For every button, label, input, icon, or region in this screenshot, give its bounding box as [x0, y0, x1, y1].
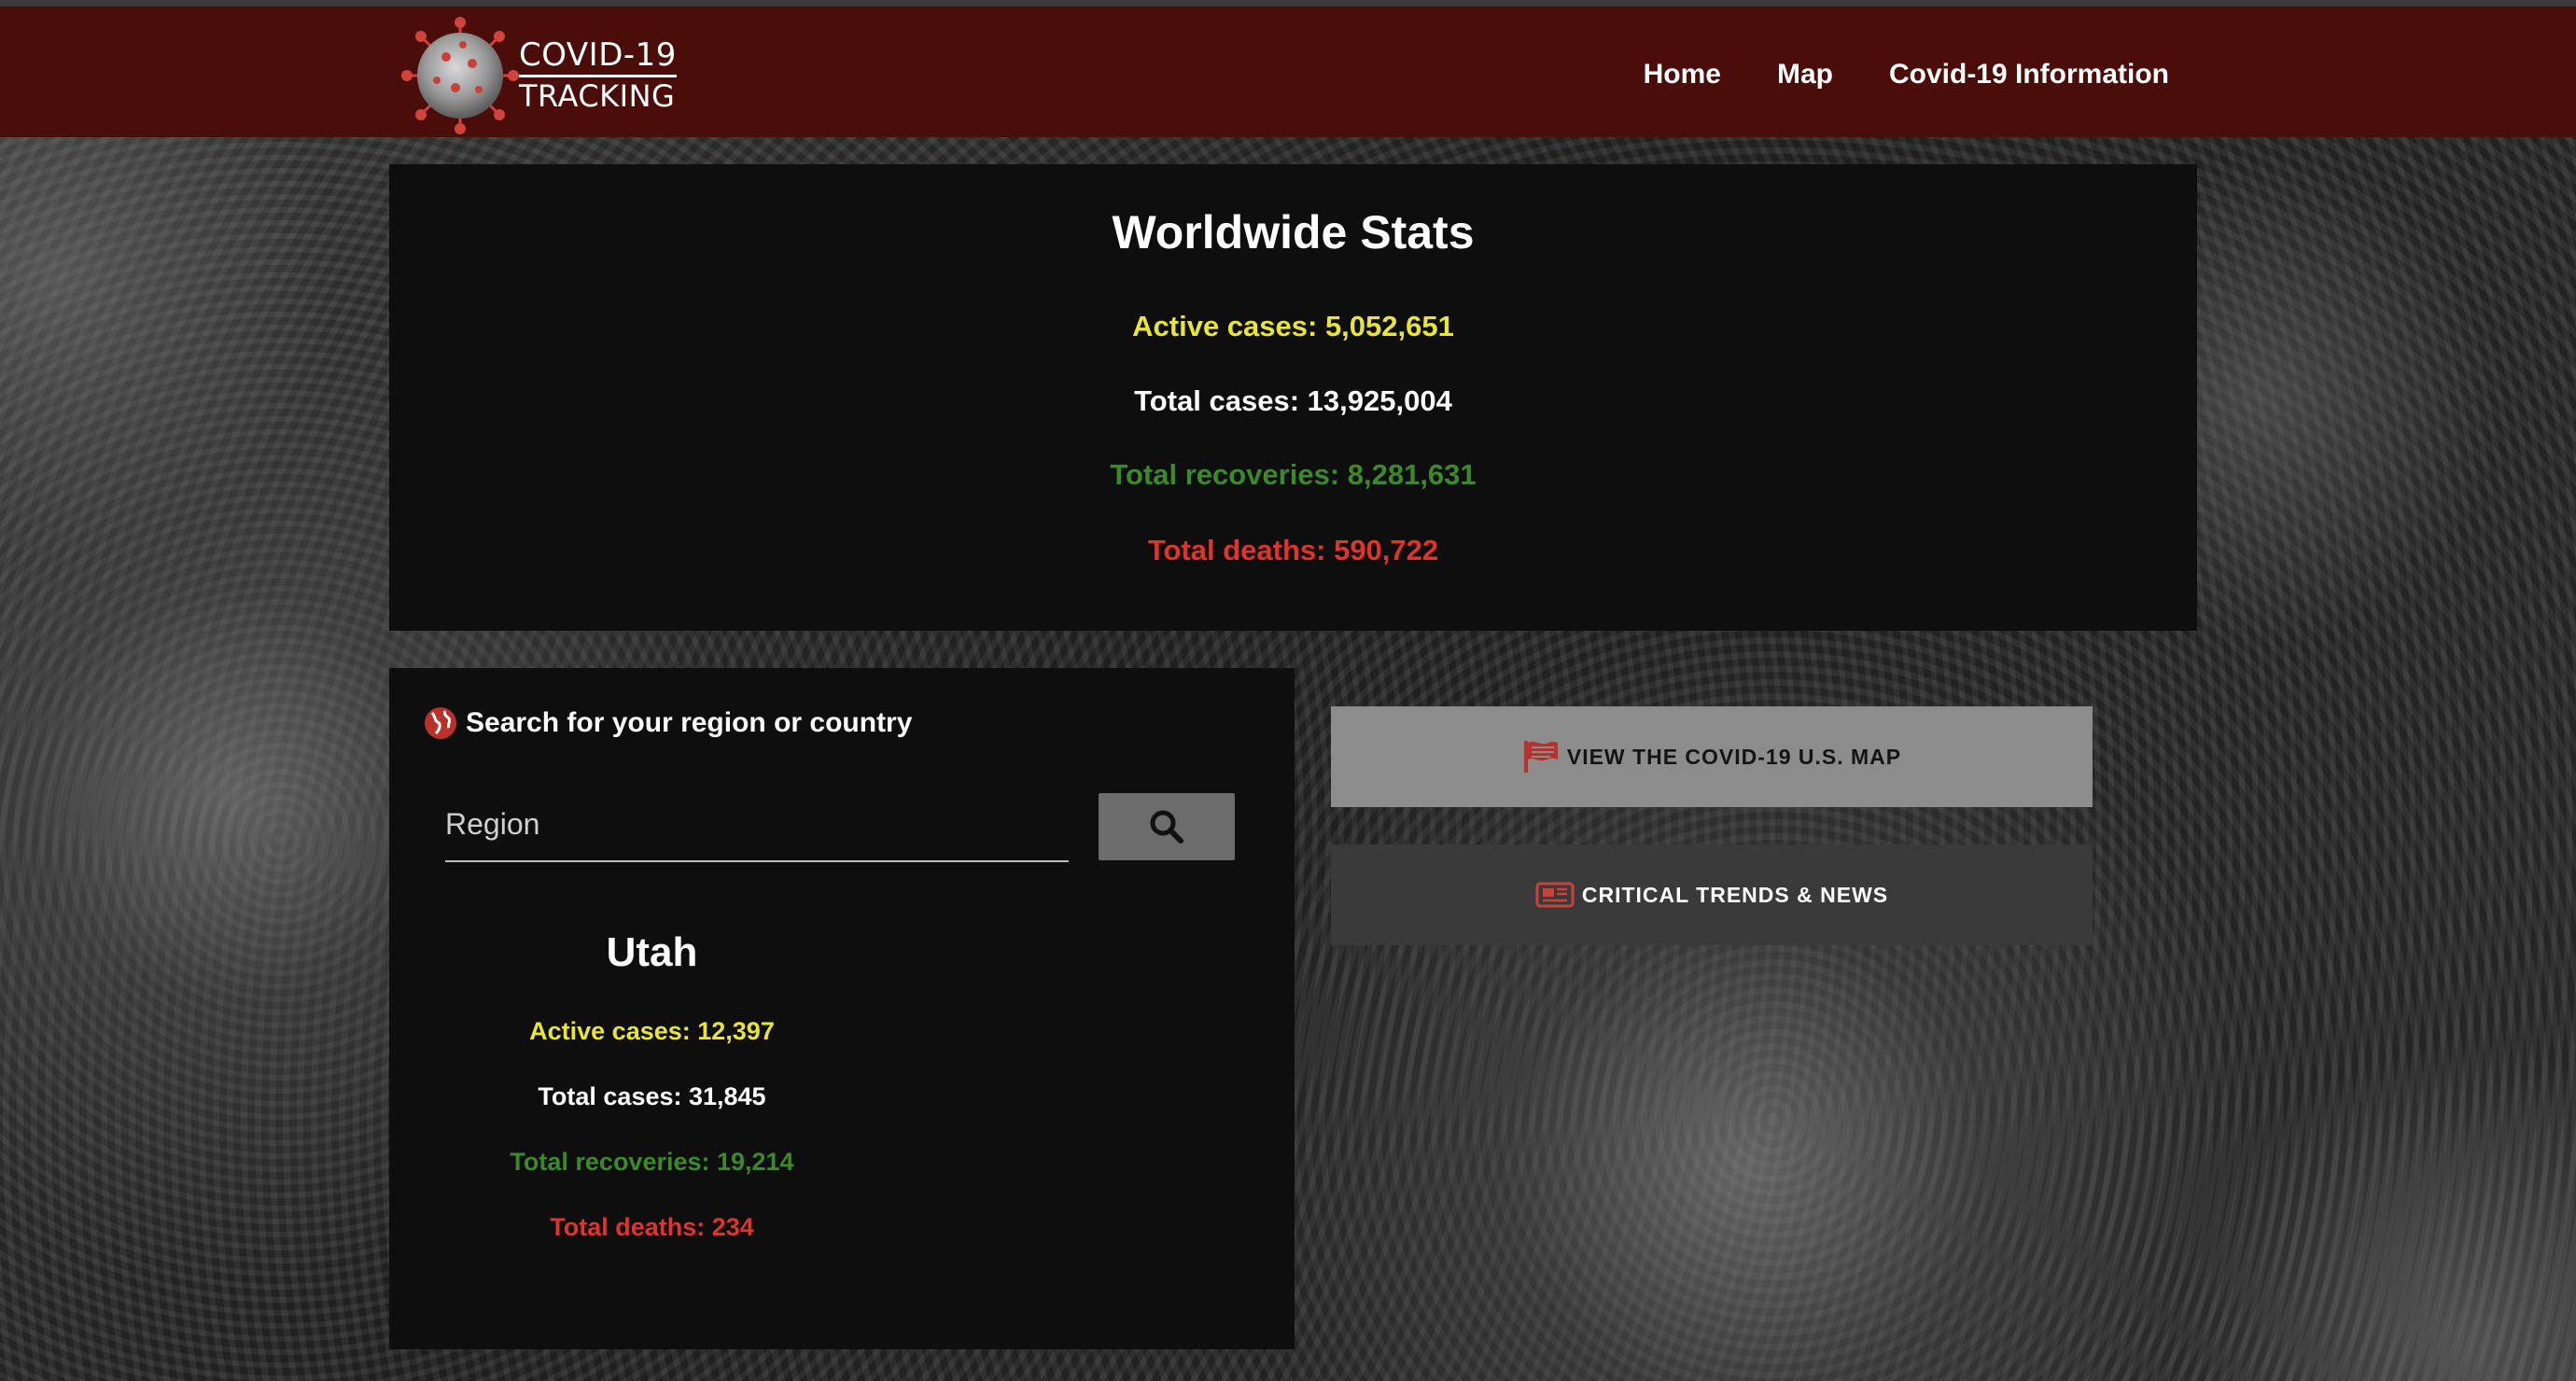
virus-logo-icon: [401, 17, 519, 134]
search-button[interactable]: [1099, 793, 1235, 860]
worldwide-stats-panel: Worldwide Stats Active cases: 5,052,651 …: [389, 164, 2197, 631]
nav-covid-information[interactable]: Covid-19 Information: [1889, 42, 2169, 107]
critical-trends-news-label: CRITICAL TRENDS & NEWS: [1581, 882, 1889, 907]
region-search-input[interactable]: [445, 788, 1069, 862]
critical-trends-news-button[interactable]: CRITICAL TRENDS & NEWS: [1331, 844, 2093, 945]
search-heading: Search for your region or country: [425, 707, 912, 739]
search-icon: [1150, 810, 1183, 844]
view-us-map-label: VIEW THE COVID-19 U.S. MAP: [1566, 744, 1902, 769]
worldwide-total-deaths: Total deaths: 590,722: [1147, 534, 1439, 566]
worldwide-total-recoveries: Total recoveries: 8,281,631: [1110, 458, 1477, 491]
globe-icon: [425, 707, 456, 739]
region-total-cases: Total cases: 31,845: [538, 1082, 766, 1110]
worldwide-active-cases: Active cases: 5,052,651: [1132, 310, 1454, 342]
site-header: COVID-19 TRACKING Home Map Covid-19 Info…: [0, 7, 2576, 137]
logo-text: COVID-19 TRACKING: [519, 38, 677, 114]
worldwide-total-cases: Total cases: 13,925,004: [1134, 384, 1452, 417]
main-nav: Home Map Covid-19 Information: [1644, 42, 2169, 107]
newspaper-icon: [1535, 881, 1575, 909]
region-search-panel: Search for your region or country Utah A…: [389, 668, 1295, 1349]
worldwide-title: Worldwide Stats: [1112, 206, 1475, 258]
browser-top-strip: [0, 0, 2576, 7]
site-logo[interactable]: COVID-19 TRACKING: [399, 14, 689, 137]
search-heading-text: Search for your region or country: [466, 707, 913, 738]
flag-icon: [1522, 739, 1560, 774]
region-name: Utah: [606, 929, 698, 975]
logo-line-tracking: TRACKING: [519, 77, 676, 114]
region-active-cases: Active cases: 12,397: [529, 1017, 775, 1045]
nav-home[interactable]: Home: [1644, 42, 1721, 107]
nav-map[interactable]: Map: [1777, 42, 1833, 107]
region-total-recoveries: Total recoveries: 19,214: [510, 1148, 794, 1176]
view-us-map-button[interactable]: VIEW THE COVID-19 U.S. MAP: [1331, 706, 2093, 807]
logo-line-covid: COVID-19: [519, 38, 677, 77]
region-total-deaths: Total deaths: 234: [550, 1213, 754, 1241]
